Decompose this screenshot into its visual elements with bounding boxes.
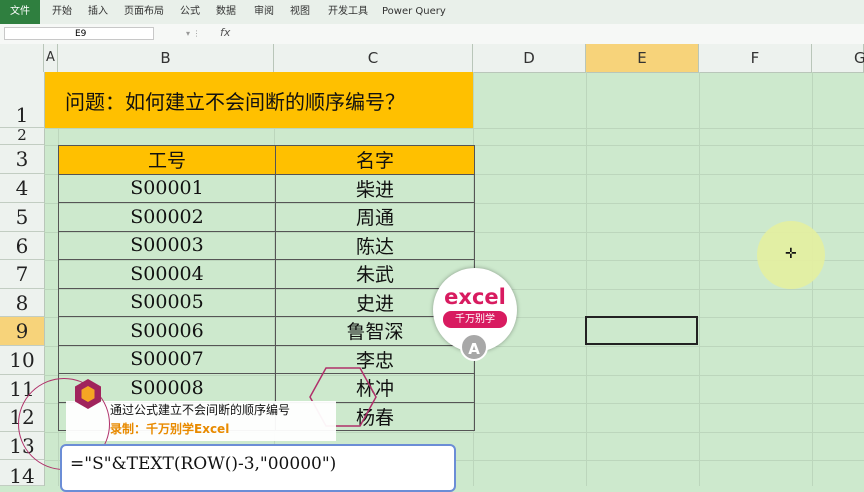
cell-name[interactable]: 周通 [275,202,475,232]
cell-name[interactable]: 陈达 [275,230,475,260]
row-header-7[interactable]: 7 [0,260,44,289]
cell-name[interactable]: 柴进 [275,173,475,203]
column-header-e[interactable]: E [586,44,699,72]
tab-home[interactable]: 开始 [52,0,72,24]
select-all-corner[interactable] [0,44,44,72]
table-row: S00004 朱武 [58,259,475,289]
logo-badge-icon: A [460,333,488,361]
row-header-2[interactable]: 2 [0,128,44,145]
column-header-a[interactable]: A [44,44,58,72]
cell-id[interactable]: S00004 [58,259,276,289]
tab-data[interactable]: 数据 [216,0,236,24]
row-header-8[interactable]: 8 [0,289,44,317]
tab-review[interactable]: 审阅 [254,0,274,24]
cell-id[interactable]: S00006 [58,316,276,346]
caption-title: 通过公式建立不会间断的顺序编号 [110,403,291,417]
ribbon: 文件 开始 插入 页面布局 公式 数据 审阅 视图 开发工具 Power Que… [0,0,864,25]
formula-text: ="S"&TEXT(ROW()-3,"00000") [70,454,337,474]
hexagon-badge-icon [75,379,101,409]
column-header-b[interactable]: B [58,44,274,72]
table-row: S00005 史进 [58,287,475,317]
active-cell-e9[interactable] [585,316,698,345]
row-header-1[interactable]: 1 [0,72,44,128]
table-row: S00008 林冲 [58,373,475,403]
logo-subtitle: 千万别学 [443,311,507,328]
name-box[interactable]: E9 [4,27,154,40]
tab-file[interactable]: 文件 [0,0,40,24]
logo-brand-text: excel [444,285,506,309]
formula-bar-separator-icon: ▾ ⋮ [186,29,201,38]
cell-id[interactable]: S00002 [58,202,276,232]
header-cell-id[interactable]: 工号 [58,145,276,175]
table-header-row: 工号 名字 [58,145,475,175]
table-row: S00007 李忠 [58,344,475,374]
row-header-14[interactable]: 14 [0,460,44,488]
tab-developer[interactable]: 开发工具 [328,0,368,24]
sheet-title: 问题：如何建立不会间断的顺序编号？ [65,90,405,114]
row-header-3[interactable]: 3 [0,145,44,174]
row-header-5[interactable]: 5 [0,203,44,232]
cell-id[interactable]: S00005 [58,287,276,317]
fx-icon[interactable]: fx [220,26,230,39]
row-header-9[interactable]: 9 [0,317,44,346]
title-cell[interactable]: 问题：如何建立不会间断的顺序编号？ [45,72,473,128]
crosshair-cursor-icon: ✛ [785,246,797,262]
tab-power-query[interactable]: Power Query [382,0,446,24]
table-row: S00003 陈达 [58,230,475,260]
row-header-10[interactable]: 10 [0,346,44,375]
tab-view[interactable]: 视图 [290,0,310,24]
row-header-6[interactable]: 6 [0,232,44,260]
formula-display-box: ="S"&TEXT(ROW()-3,"00000") [60,444,456,492]
employee-table: 工号 名字 S00001 柴进 S00002 周通 S00003 陈达 S00004 朱… [58,145,475,431]
cell-id[interactable]: S00001 [58,173,276,203]
table-row: S00006 鲁智深 [58,316,475,346]
table-row: S00001 柴进 [58,173,475,203]
formula-bar: E9 ▾ ⋮ fx [0,24,864,45]
tab-insert[interactable]: 插入 [88,0,108,24]
column-header-g[interactable]: G [812,44,864,72]
tab-formulas[interactable]: 公式 [180,0,200,24]
column-headers: A B C D E F G [0,44,864,73]
table-row: S00002 周通 [58,202,475,232]
caption-subtitle: 录制：千万别学Excel [110,422,230,436]
column-header-f[interactable]: F [699,44,812,72]
row-header-4[interactable]: 4 [0,174,44,203]
column-header-d[interactable]: D [473,44,586,72]
cell-id[interactable]: S00003 [58,230,276,260]
column-header-c[interactable]: C [274,44,473,72]
tab-page-layout[interactable]: 页面布局 [124,0,164,24]
cell-id[interactable]: S00007 [58,344,276,374]
header-cell-name[interactable]: 名字 [275,145,475,175]
